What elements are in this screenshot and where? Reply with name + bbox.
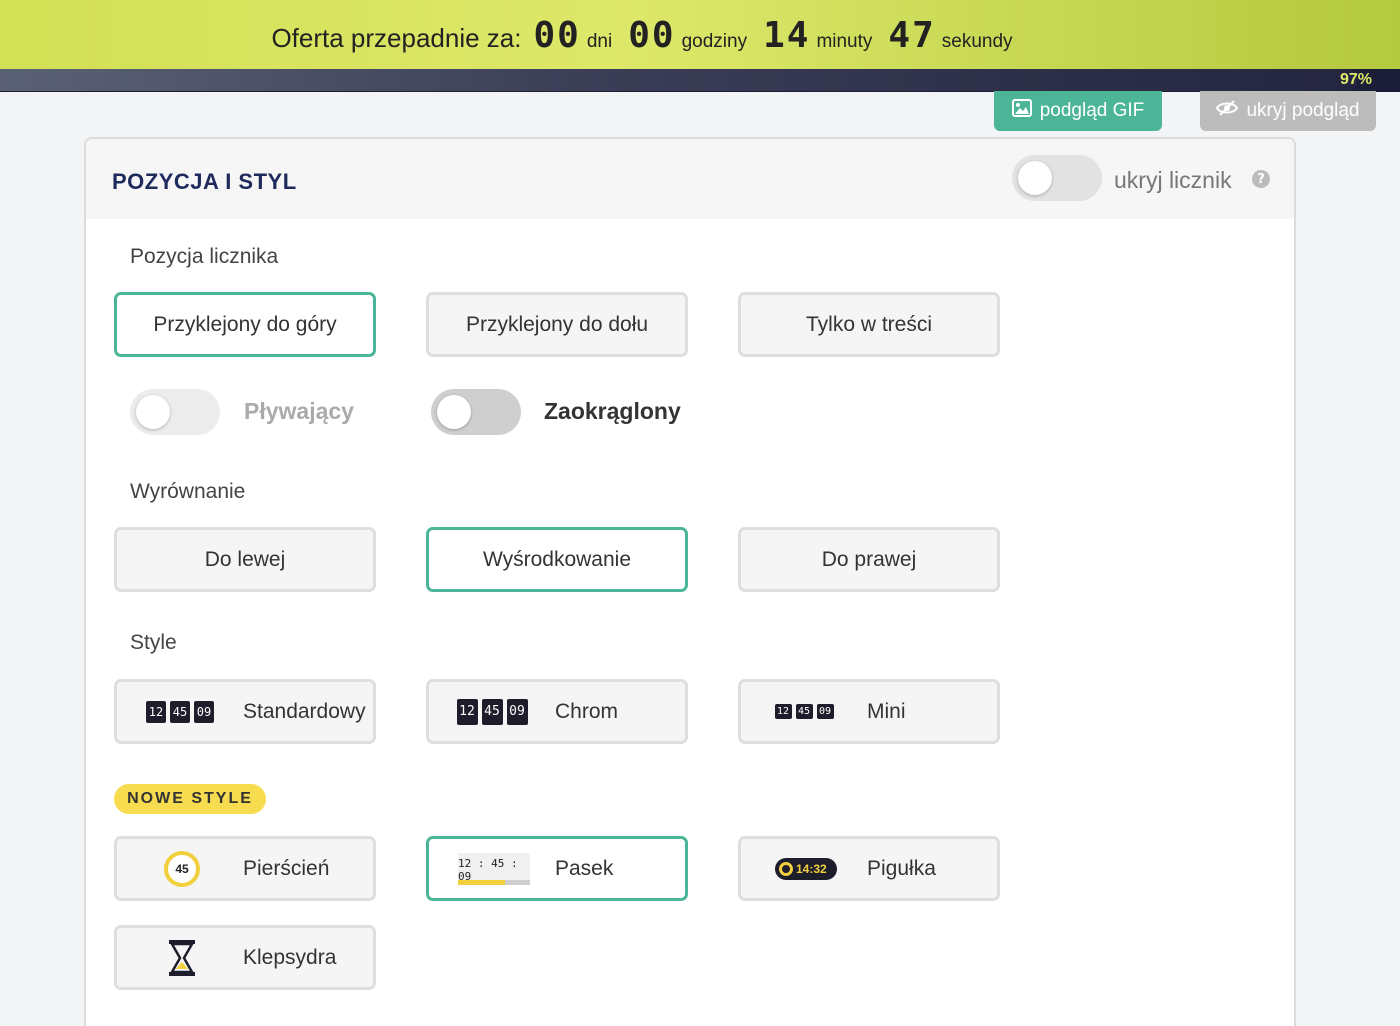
countdown-progress-fill xyxy=(0,69,1358,91)
countdown-content: Oferta przepadnie za: 00 dni 00 godziny … xyxy=(271,15,1028,56)
chrome-digits-icon: 12 45 09 xyxy=(449,698,539,725)
countdown-minutes: 14 xyxy=(763,14,811,56)
rounded-label: Zaokrąglony xyxy=(544,398,681,424)
style-ring-option[interactable]: 45 Pierścień xyxy=(114,836,376,901)
style-option-label: Pasek xyxy=(555,856,614,880)
position-option-label: Przyklejony do dołu xyxy=(465,312,649,336)
position-option-bottom[interactable]: Przyklejony do dołu xyxy=(426,292,688,357)
hide-counter-toggle[interactable] xyxy=(1012,155,1102,201)
countdown-minutes-unit: minuty xyxy=(816,30,873,52)
digit-box: 45 xyxy=(481,698,503,725)
align-left-button[interactable]: Do lewej xyxy=(114,527,376,592)
floating-label: Pływający xyxy=(244,398,354,424)
new-styles-badge: NOWE STYLE xyxy=(114,784,266,814)
eye-slash-icon xyxy=(1216,100,1239,122)
standard-digits-icon: 12 45 09 xyxy=(137,700,227,723)
toggle-knob xyxy=(136,395,170,429)
countdown-days: 00 xyxy=(533,14,581,56)
ring-icon: 45 xyxy=(137,850,227,887)
position-option-label: Przyklejony do góry xyxy=(153,312,337,336)
position-style-panel: POZYCJA I STYL ukryj licznik ? Pozycja l… xyxy=(84,137,1296,1026)
style-option-label: Pierścień xyxy=(243,856,330,880)
style-section-label: Style xyxy=(130,631,177,654)
digit-box: 09 xyxy=(506,698,528,725)
pill-icon: 14:32 xyxy=(761,857,851,880)
digit-box: 12 xyxy=(456,698,478,725)
pill-preview: 14:32 xyxy=(775,857,837,880)
hide-preview-label: ukryj podgląd xyxy=(1246,100,1360,121)
align-option-label: Do prawej xyxy=(821,547,917,571)
alignment-section-label: Wyrównanie xyxy=(130,480,246,503)
digit-box: 12 xyxy=(774,704,792,719)
panel-title: POZYCJA I STYL xyxy=(112,169,297,194)
toggle-knob xyxy=(437,395,471,429)
countdown-banner: Oferta przepadnie za: 00 dni 00 godziny … xyxy=(0,0,1400,70)
digit-box: 45 xyxy=(170,700,190,723)
align-right-button[interactable]: Do prawej xyxy=(738,527,1000,592)
toggle-knob xyxy=(1018,161,1052,195)
panel-header: POZYCJA I STYL ukryj licznik ? xyxy=(86,139,1294,219)
image-icon xyxy=(1011,99,1032,123)
style-option-label: Standardowy xyxy=(243,699,366,723)
digit-box: 09 xyxy=(194,700,214,723)
hide-counter-label: ukryj licznik xyxy=(1114,167,1232,193)
style-option-label: Pigułka xyxy=(867,856,936,880)
style-pill-option[interactable]: 14:32 Pigułka xyxy=(738,836,1000,901)
countdown-label: Oferta przepadnie za: xyxy=(271,22,522,53)
pill-dot xyxy=(779,861,793,876)
ring-value: 45 xyxy=(164,850,200,887)
countdown-progress-label: 97% xyxy=(1339,71,1372,88)
pill-time: 14:32 xyxy=(796,861,827,876)
rounded-toggle[interactable] xyxy=(431,389,521,435)
align-center-button[interactable]: Wyśrodkowanie xyxy=(426,527,688,592)
digit-box: 09 xyxy=(816,704,834,719)
countdown-days-unit: dni xyxy=(586,30,613,52)
position-option-label: Tylko w treści xyxy=(805,312,933,336)
style-hourglass-option[interactable]: Klepsydra xyxy=(114,925,376,990)
digit-box: 12 xyxy=(146,700,166,723)
style-standard-option[interactable]: 12 45 09 Standardowy xyxy=(114,679,376,744)
digit-box: 45 xyxy=(795,704,813,719)
gif-preview-button[interactable]: podgląd GIF xyxy=(994,91,1162,131)
align-option-label: Wyśrodkowanie xyxy=(482,547,632,571)
style-option-label: Klepsydra xyxy=(243,945,337,969)
style-stripe-option[interactable]: 12 : 45 : 09 Pasek xyxy=(426,836,688,901)
hide-preview-button[interactable]: ukryj podgląd xyxy=(1200,91,1376,131)
countdown-hours: 00 xyxy=(628,14,676,56)
floating-toggle[interactable] xyxy=(130,389,220,435)
countdown-seconds-unit: sekundy xyxy=(941,30,1013,52)
countdown-progress-bar: 97% xyxy=(0,69,1400,92)
mini-digits-icon: 12 45 09 xyxy=(761,704,851,719)
style-option-label: Mini xyxy=(867,699,906,723)
position-option-content[interactable]: Tylko w treści xyxy=(738,292,1000,357)
gif-preview-label: podgląd GIF xyxy=(1039,100,1145,121)
stripe-bar-fill xyxy=(458,879,505,885)
style-chrome-option[interactable]: 12 45 09 Chrom xyxy=(426,679,688,744)
question-circle-icon[interactable]: ? xyxy=(1252,170,1270,188)
style-option-label: Chrom xyxy=(555,699,619,723)
align-option-label: Do lewej xyxy=(204,547,286,571)
style-mini-option[interactable]: 12 45 09 Mini xyxy=(738,679,1000,744)
countdown-hours-unit: godziny xyxy=(681,30,748,52)
position-option-top[interactable]: Przyklejony do góry xyxy=(114,292,376,357)
stripe-preview: 12 : 45 : 09 xyxy=(458,852,530,885)
stripe-icon: 12 : 45 : 09 xyxy=(449,852,539,885)
position-section-label: Pozycja licznika xyxy=(130,245,279,268)
hourglass-icon xyxy=(137,939,227,977)
countdown-seconds: 47 xyxy=(888,14,936,56)
